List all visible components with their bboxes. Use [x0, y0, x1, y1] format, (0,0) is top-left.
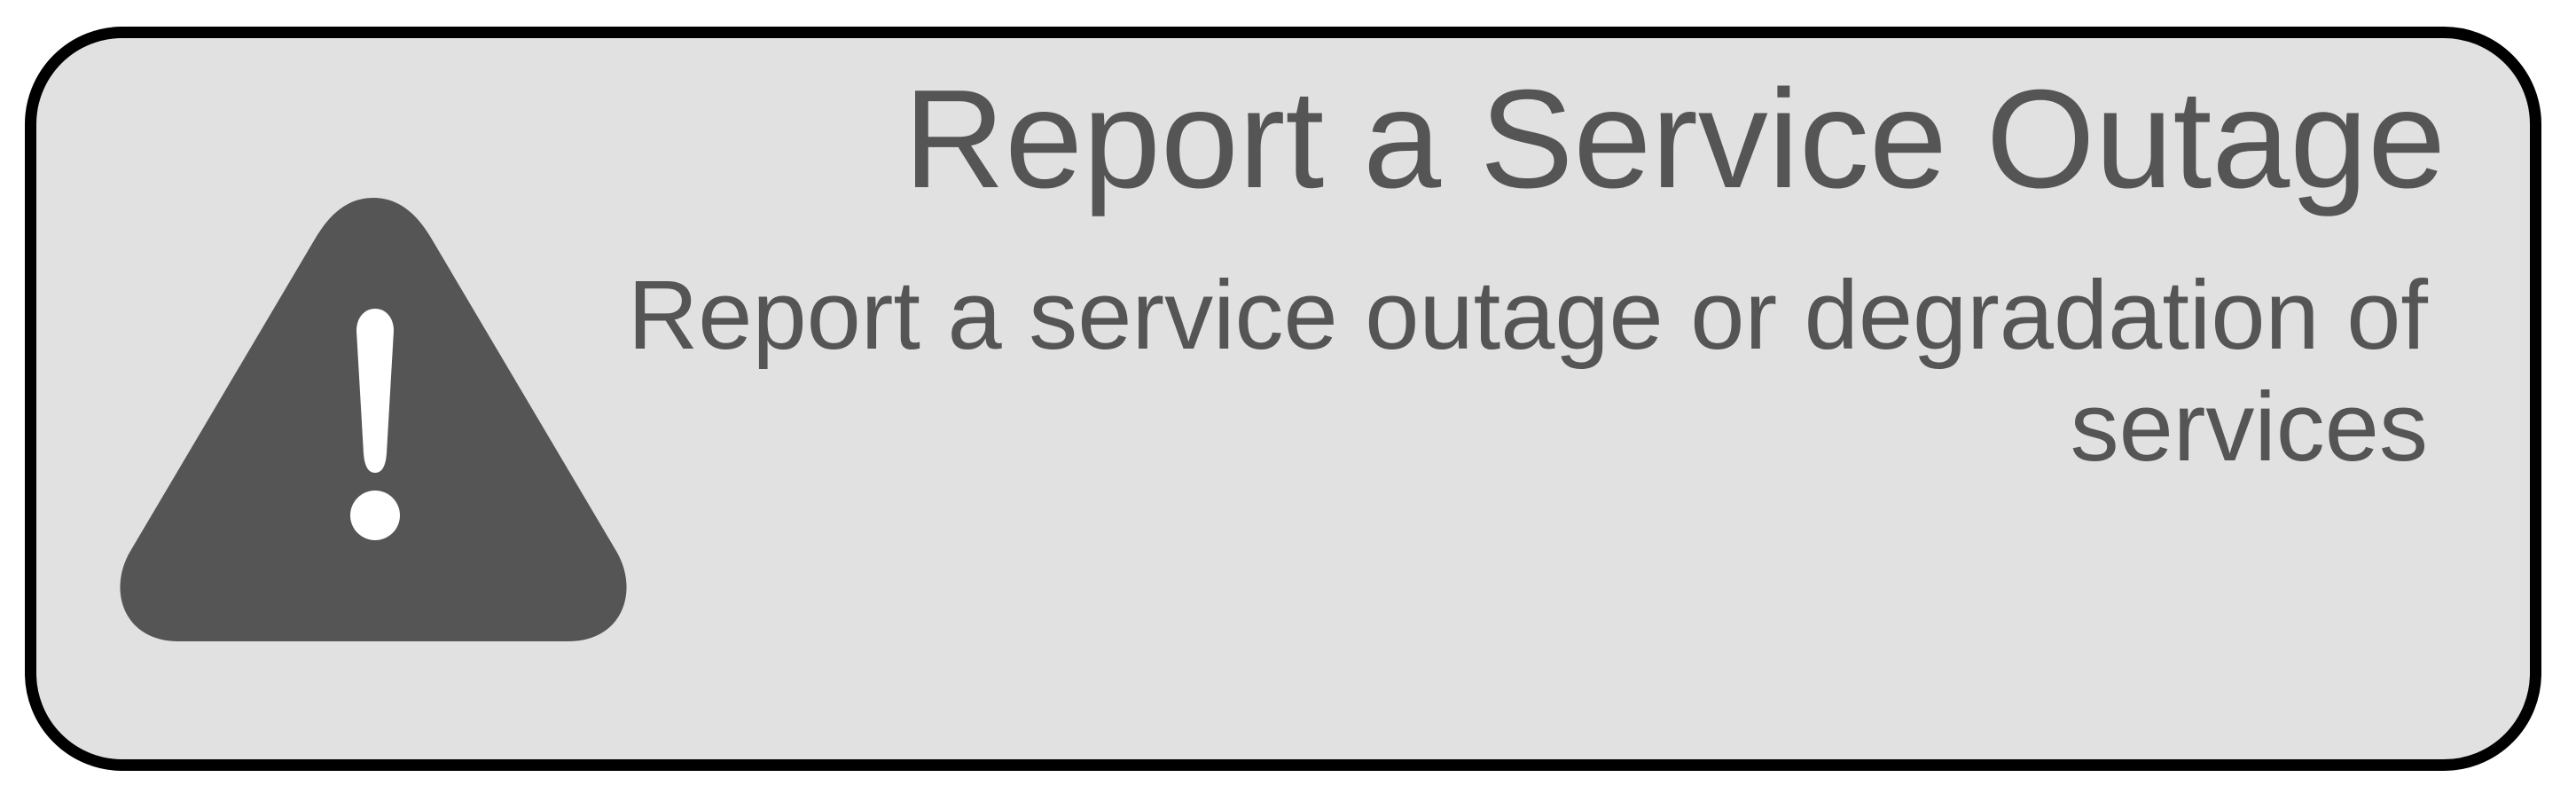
card-text: Report a Service Outage Report a service…	[539, 61, 2446, 483]
report-outage-card[interactable]: Report a Service Outage Report a service…	[25, 27, 2541, 771]
card-title: Report a Service Outage	[904, 61, 2446, 217]
card-description: Report a service outage or degradation o…	[627, 261, 2428, 482]
